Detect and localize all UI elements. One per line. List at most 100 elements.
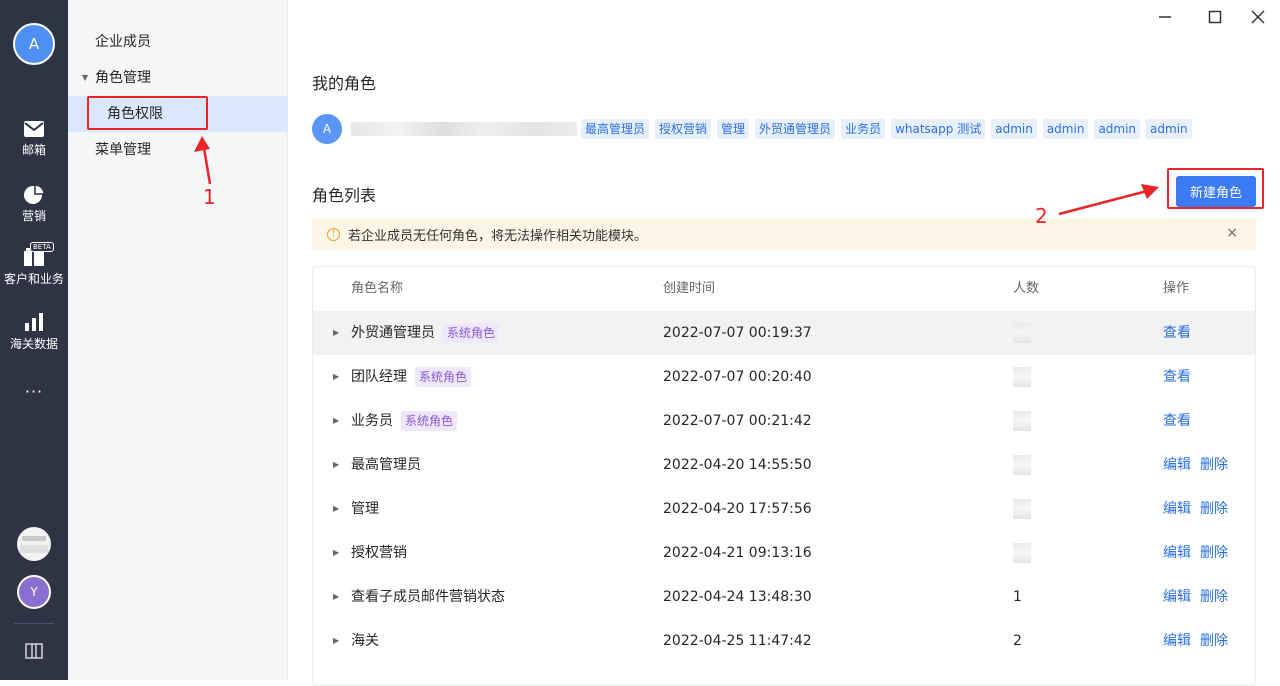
blurred-count xyxy=(1013,455,1031,475)
sidebar-item-members[interactable]: 企业成员 xyxy=(68,24,288,60)
maximize-icon[interactable] xyxy=(1203,6,1227,28)
left-rail: A 邮箱 营销 BETA 客户和业务 海关数据 ··· Y xyxy=(0,0,68,680)
delete-link[interactable]: 删除 xyxy=(1200,589,1228,605)
member-count: 2 xyxy=(1013,633,1022,649)
created-time: 2022-07-07 00:20:40 xyxy=(663,369,812,385)
role-tag: 授权营销 xyxy=(655,119,712,139)
edit-link[interactable]: 编辑 xyxy=(1163,457,1191,473)
rail-item-label: 营销 xyxy=(21,209,46,223)
table-row[interactable]: ▶ 业务员 系统角色 2022-07-07 00:21:42 查看 xyxy=(313,399,1255,443)
rail-divider xyxy=(14,623,54,624)
close-window-icon[interactable] xyxy=(1246,6,1270,28)
view-link[interactable]: 查看 xyxy=(1163,325,1191,341)
blurred-name xyxy=(351,122,577,136)
layout-toggle-icon[interactable] xyxy=(25,643,43,659)
created-time: 2022-07-07 00:21:42 xyxy=(663,413,812,429)
delete-link[interactable]: 删除 xyxy=(1200,501,1228,517)
system-role-tag: 系统角色 xyxy=(443,323,500,343)
rail-item-marketing[interactable]: 营销 xyxy=(0,184,68,224)
table-row[interactable]: ▶ 管理 2022-04-20 17:57:56 编辑 删除 xyxy=(313,487,1255,531)
account-avatar[interactable]: A xyxy=(13,23,55,65)
edit-link[interactable]: 编辑 xyxy=(1163,545,1191,561)
notice-text: 若企业成员无任何角色，将无法操作相关功能模块。 xyxy=(348,228,648,244)
created-time: 2022-04-24 13:48:30 xyxy=(663,589,812,605)
delete-link[interactable]: 删除 xyxy=(1200,457,1228,473)
annotation-box-2 xyxy=(1167,168,1264,209)
role-name: 业务员 xyxy=(351,413,393,429)
delete-link[interactable]: 删除 xyxy=(1200,633,1228,649)
rail-item-label: 海关数据 xyxy=(9,337,58,351)
rail-item-customers[interactable]: BETA 客户和业务 xyxy=(0,242,68,287)
rail-item-label: 客户和业务 xyxy=(3,272,64,286)
expand-arrow-icon[interactable]: ▶ xyxy=(333,399,339,443)
edit-link[interactable]: 编辑 xyxy=(1163,589,1191,605)
expand-arrow-icon[interactable]: ▶ xyxy=(333,575,339,619)
edit-link[interactable]: 编辑 xyxy=(1163,501,1191,517)
annotation-label-1: 1 xyxy=(203,185,216,209)
expand-arrow-icon[interactable]: ▶ xyxy=(333,443,339,487)
bar-chart-icon xyxy=(25,313,43,331)
expand-arrow-icon[interactable]: ▶ xyxy=(333,619,339,663)
system-role-tag: 系统角色 xyxy=(401,411,458,431)
warning-icon: ! xyxy=(327,227,340,241)
view-link[interactable]: 查看 xyxy=(1163,369,1191,385)
role-tag: 最高管理员 xyxy=(581,119,650,139)
user-avatar[interactable]: Y xyxy=(17,575,51,609)
sidebar-group-roles[interactable]: ▼ 角色管理 xyxy=(68,60,288,96)
table-header: 角色名称 创建时间 人数 操作 xyxy=(313,267,1255,311)
role-tag: 外贸通管理员 xyxy=(755,119,836,139)
role-name: 管理 xyxy=(351,501,379,517)
expand-arrow-icon[interactable]: ▶ xyxy=(333,531,339,575)
blurred-count xyxy=(1013,367,1031,387)
expand-arrow-icon[interactable]: ▶ xyxy=(333,355,339,399)
rail-item-mail[interactable]: 邮箱 xyxy=(0,120,68,158)
table-row[interactable]: ▶ 最高管理员 2022-04-20 14:55:50 编辑 删除 xyxy=(313,443,1255,487)
beta-badge: BETA xyxy=(30,242,54,252)
app-avatar[interactable] xyxy=(17,527,51,561)
role-tag: 业务员 xyxy=(841,119,886,139)
my-role-title: 我的角色 xyxy=(312,74,377,93)
annotation-arrow-2 xyxy=(1058,184,1159,216)
my-avatar: A xyxy=(312,114,342,144)
main-panel: 我的角色 A 最高管理员 授权营销 管理 外贸通管理员 业务员 whatsapp… xyxy=(289,0,1280,686)
table-row[interactable]: ▶ 海关 2022-04-25 11:47:42 2 编辑 删除 xyxy=(313,619,1255,663)
created-time: 2022-04-25 11:47:42 xyxy=(663,633,812,649)
more-icon[interactable]: ··· xyxy=(0,382,68,401)
notice-bar: ! 若企业成员无任何角色，将无法操作相关功能模块。 × xyxy=(312,218,1256,250)
role-tag: 管理 xyxy=(717,119,750,139)
close-notice-icon[interactable]: × xyxy=(1226,225,1238,241)
table-row[interactable]: ▶ 授权营销 2022-04-21 09:13:16 编辑 删除 xyxy=(313,531,1255,575)
edit-link[interactable]: 编辑 xyxy=(1163,633,1191,649)
caret-down-icon: ▼ xyxy=(82,73,89,82)
role-table: 角色名称 创建时间 人数 操作 ▶ 外贸通管理员 系统角色 2022-07-07 … xyxy=(312,266,1256,686)
expand-arrow-icon[interactable]: ▶ xyxy=(333,487,339,531)
member-count: 1 xyxy=(1013,589,1022,605)
delete-link[interactable]: 删除 xyxy=(1200,545,1228,561)
expand-arrow-icon[interactable]: ▶ xyxy=(333,311,339,355)
table-row[interactable]: ▶ 外贸通管理员 系统角色 2022-07-07 00:19:37 查看 xyxy=(313,311,1255,355)
table-row[interactable]: ▶ 查看子成员邮件营销状态 2022-04-24 13:48:30 1 编辑 删除 xyxy=(313,575,1255,619)
sidebar-group-label: 角色管理 xyxy=(95,70,151,86)
minimize-icon[interactable] xyxy=(1153,6,1177,28)
table-row[interactable]: ▶ 团队经理 系统角色 2022-07-07 00:20:40 查看 xyxy=(313,355,1255,399)
annotation-label-2: 2 xyxy=(1035,204,1048,228)
role-tag: admin xyxy=(991,119,1037,139)
view-link[interactable]: 查看 xyxy=(1163,413,1191,429)
created-time: 2022-04-20 17:57:56 xyxy=(663,501,812,517)
my-role-row: A 最高管理员 授权营销 管理 外贸通管理员 业务员 whatsapp 测试 a… xyxy=(312,114,1198,144)
role-tag: admin xyxy=(1042,119,1089,139)
sidebar-item-menu-manage[interactable]: 菜单管理 xyxy=(68,132,288,168)
created-time: 2022-04-21 09:13:16 xyxy=(663,545,812,561)
header-time: 创建时间 xyxy=(663,281,716,296)
rail-item-customs[interactable]: 海关数据 xyxy=(0,312,68,352)
role-tag: admin xyxy=(1146,119,1192,139)
mail-icon xyxy=(24,121,44,137)
rail-item-label: 邮箱 xyxy=(21,143,46,157)
header-op: 操作 xyxy=(1163,281,1190,296)
role-name: 海关 xyxy=(351,633,379,649)
created-time: 2022-04-20 14:55:50 xyxy=(663,457,812,473)
blurred-count xyxy=(1013,323,1031,343)
role-list-title: 角色列表 xyxy=(312,186,377,205)
pie-chart-icon xyxy=(24,184,45,204)
role-name: 最高管理员 xyxy=(351,457,421,473)
